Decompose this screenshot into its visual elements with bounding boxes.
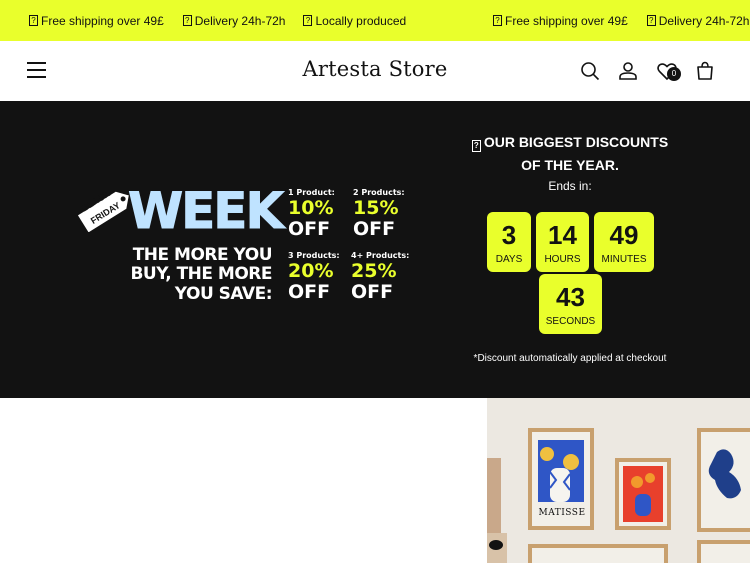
announcement-text: Delivery 24h-72h — [194, 13, 286, 28]
discount-tier: 2 Products: 15% OFF — [353, 188, 415, 240]
cart-button[interactable] — [693, 59, 717, 83]
announcement-item-shipping: ? Free shipping over 49£ — [493, 14, 628, 28]
countdown-title: ? OUR BIGGEST DISCOUNTS OF THE YEAR. — [460, 131, 680, 177]
tier-percent: 20% — [288, 260, 334, 282]
countdown-title-line2: OF THE YEAR. — [521, 157, 619, 173]
site-header: Artesta Store 0 — [0, 41, 750, 101]
package-icon: ? — [29, 15, 38, 26]
wall-art-photo — [487, 398, 750, 563]
discount-tier: 1 Product: 10% OFF — [288, 188, 350, 240]
countdown-seconds: 43 SECONDS — [539, 274, 602, 334]
discount-tier: 4+ Products: 25% OFF — [351, 251, 413, 303]
leaf-icon: ? — [303, 15, 313, 26]
announcement-text: Free shipping over 49£ — [505, 13, 628, 28]
announcement-track-repeat: ? Free shipping over 49£ ? Delivery 24h-… — [464, 0, 749, 41]
announcement-item-shipping: ? Free shipping over 49£ — [29, 14, 164, 28]
announcement-item-local: ? Locally produced — [303, 14, 406, 28]
announcement-bar: ? Free shipping over 49£ ? Delivery 24h-… — [0, 0, 750, 41]
ends-in-label: Ends in: — [548, 179, 592, 193]
search-button[interactable] — [578, 59, 602, 83]
week-headline: WEEK — [127, 182, 284, 241]
cart-icon — [697, 61, 713, 80]
countdown-value: 14 — [548, 220, 577, 250]
tier-percent: 15% — [353, 197, 399, 219]
countdown-value: 43 — [556, 282, 585, 312]
wishlist-count-badge: 0 — [667, 67, 681, 81]
countdown-title-line1: OUR BIGGEST DISCOUNTS — [483, 134, 669, 150]
poster-caption: MATISSE — [538, 508, 586, 518]
search-icon — [581, 62, 600, 81]
fire-icon: ? — [471, 140, 481, 152]
countdown-unit: HOURS — [544, 254, 581, 265]
countdown-unit: MINUTES — [601, 254, 647, 265]
countdown-value: 49 — [609, 220, 639, 250]
truck-icon: ? — [646, 15, 656, 26]
announcement-text: Free shipping over 49£ — [41, 13, 164, 28]
announcement-track: ? Free shipping over 49£ ? Delivery 24h-… — [0, 0, 406, 41]
gallery-image[interactable]: MATISSE — [487, 398, 750, 563]
countdown-unit: DAYS — [495, 254, 523, 265]
wishlist-button[interactable]: 0 — [655, 59, 681, 83]
discount-disclaimer: *Discount automatically applied at check… — [473, 353, 667, 364]
tier-percent: 25% — [351, 260, 397, 282]
truck-icon: ? — [182, 15, 192, 26]
package-icon: ? — [493, 15, 502, 26]
countdown-days: 3 DAYS — [487, 212, 531, 272]
countdown-value: 3 — [501, 220, 517, 250]
slogan-line: THE MORE YOU — [132, 245, 273, 265]
tier-off: OFF — [288, 218, 331, 240]
tier-off: OFF — [288, 281, 331, 303]
countdown-unit: SECONDS — [545, 316, 596, 327]
slogan-line: YOU SAVE: — [174, 284, 273, 304]
tier-off: OFF — [353, 218, 396, 240]
tier-percent: 10% — [288, 197, 334, 219]
user-icon — [619, 62, 637, 80]
countdown-hours: 14 HOURS — [536, 212, 589, 272]
announcement-item-delivery: ? Delivery 24h-72h — [646, 13, 750, 28]
announcement-text: Locally produced — [315, 13, 407, 28]
account-button[interactable] — [616, 59, 640, 83]
tier-off: OFF — [351, 281, 394, 303]
discount-tier: 3 Products: 20% OFF — [288, 251, 350, 303]
countdown-minutes: 49 MINUTES — [594, 212, 654, 272]
slogan-line: BUY, THE MORE — [130, 264, 272, 284]
announcement-item-delivery: ? Delivery 24h-72h — [182, 13, 286, 28]
announcement-text: Delivery 24h-72h — [658, 13, 750, 28]
